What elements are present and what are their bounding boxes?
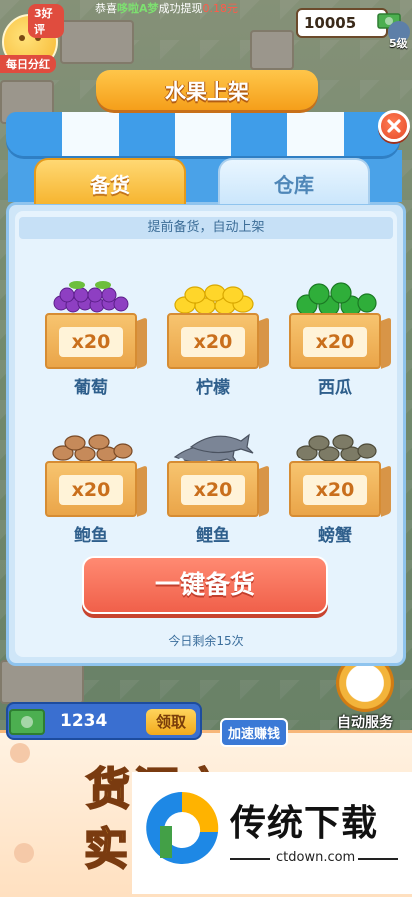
- item-quantity: x20: [303, 475, 367, 505]
- stock-item-lemon[interactable]: x20 柠檬: [161, 273, 265, 398]
- divider: [230, 858, 270, 860]
- awning-decoration: [6, 112, 400, 156]
- item-name: 鲍鱼: [74, 526, 108, 546]
- item-quantity: x20: [181, 475, 245, 505]
- withdraw-ticker: 恭喜哆啦A梦成功提现0.18元: [95, 0, 238, 16]
- level-label: 5级: [389, 37, 408, 50]
- tab-stock-label: 备货: [90, 173, 130, 197]
- rating-badge: 3好评: [28, 4, 64, 38]
- auto-service-label: 自动服务: [337, 715, 393, 731]
- remaining-count: 今日剩余15次: [168, 634, 244, 648]
- site-logo-icon: [146, 791, 219, 864]
- ticker-name: 哆啦A梦: [117, 2, 159, 15]
- claim-button[interactable]: 领取: [146, 709, 196, 735]
- hint-bar: 提前备货，自动上架: [19, 217, 393, 239]
- cash-icon: [9, 709, 45, 735]
- item-name: 柠檬: [196, 378, 230, 398]
- tab-stock[interactable]: 备货: [34, 158, 186, 204]
- item-name: 螃蟹: [318, 526, 352, 546]
- close-button[interactable]: [378, 110, 410, 142]
- watermark-title: 传统下载: [230, 803, 379, 844]
- crate: x20: [289, 313, 381, 369]
- auto-service-button[interactable]: 自动服务: [324, 654, 406, 738]
- item-quantity: x20: [59, 475, 123, 505]
- stock-item-crab[interactable]: x20 螃蟹: [283, 421, 387, 546]
- item-quantity: x20: [59, 327, 123, 357]
- watermark: 传统下载 ctdown.com: [132, 772, 412, 894]
- item-name: 鲤鱼: [196, 526, 230, 546]
- speed-up-button[interactable]: 加速赚钱: [220, 718, 289, 747]
- paw-icon: [14, 843, 34, 863]
- promo-text-2: 实: [83, 823, 129, 876]
- stock-item-abalone[interactable]: x20 鲍鱼: [39, 421, 143, 546]
- stock-all-button[interactable]: 一键备货: [82, 556, 328, 614]
- ticker-prefix: 恭喜: [95, 2, 117, 15]
- divider: [358, 858, 398, 860]
- item-name: 西瓜: [318, 378, 352, 398]
- dividend-badge[interactable]: 每日分红: [0, 55, 56, 73]
- crate: x20: [167, 461, 259, 517]
- stock-all-label: 一键备货: [154, 570, 255, 599]
- ticker-amount: 0.18元: [202, 2, 239, 15]
- item-quantity: x20: [181, 327, 245, 357]
- ticker-action: 成功提现: [158, 2, 203, 15]
- item-name: 葡萄: [74, 378, 108, 398]
- modal-title-ribbon: 水果上架: [96, 70, 318, 110]
- stock-item-watermelon[interactable]: x20 西瓜: [283, 273, 387, 398]
- crate: x20: [289, 461, 381, 517]
- cash-value: 1234: [60, 711, 108, 731]
- crate: x20: [167, 313, 259, 369]
- tab-warehouse-label: 仓库: [274, 173, 314, 197]
- tab-warehouse[interactable]: 仓库: [218, 158, 370, 204]
- crate: x20: [45, 313, 137, 369]
- stock-item-grapes[interactable]: x20 葡萄: [39, 273, 143, 398]
- close-icon: [387, 119, 401, 133]
- watermark-url: ctdown.com: [276, 850, 356, 865]
- coin-counter[interactable]: 10005: [296, 8, 401, 38]
- coin-value: 10005: [304, 14, 357, 32]
- crate: x20: [45, 461, 137, 517]
- player-profile[interactable]: 3好评 每日分红: [0, 0, 64, 73]
- item-quantity: x20: [303, 327, 367, 357]
- paw-icon: [10, 743, 30, 763]
- cash-bar: 1234 领取: [6, 702, 202, 740]
- modal-title: 水果上架: [165, 80, 249, 104]
- stock-item-carp[interactable]: x20 鲤鱼: [161, 421, 265, 546]
